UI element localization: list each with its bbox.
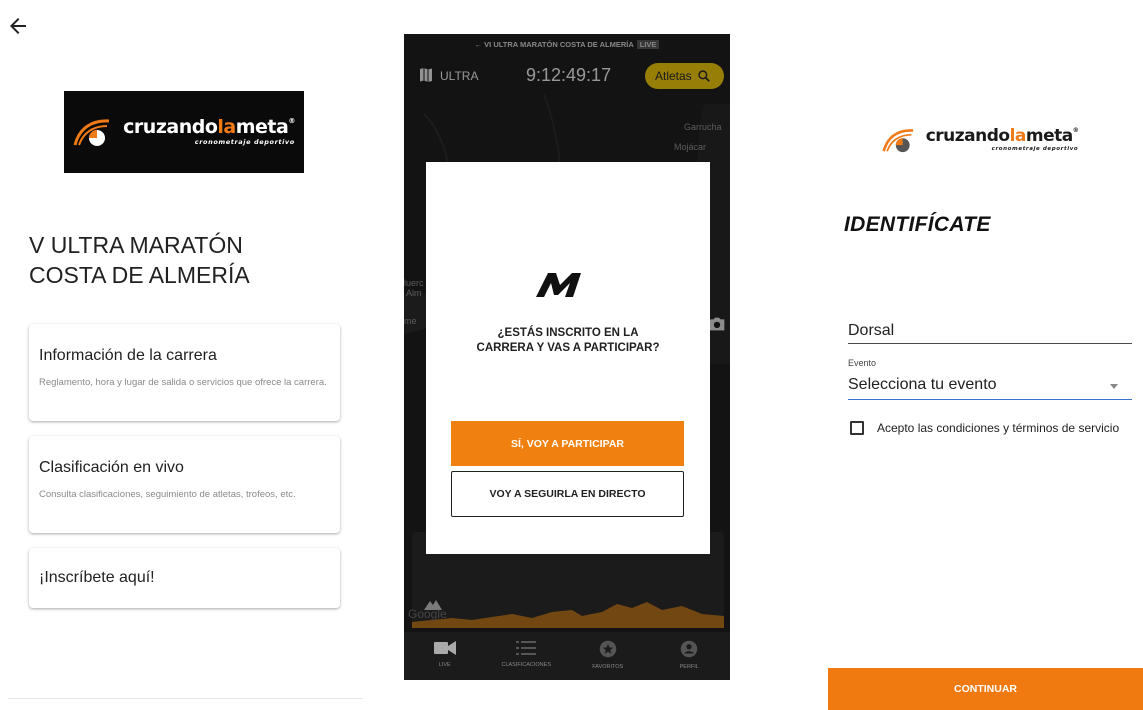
logo-word-3: meta bbox=[1025, 126, 1073, 146]
logo-tagline: cronometraje deportivo bbox=[194, 138, 295, 146]
race-info-card[interactable]: Información de la carrera Reglamento, ho… bbox=[29, 324, 340, 421]
logo-word-2: la bbox=[1009, 126, 1027, 146]
participation-dialog: ¿ESTÁS INSCRITO EN LA CARRERA Y VAS A PA… bbox=[426, 162, 710, 554]
list-icon bbox=[516, 641, 537, 655]
m-brand-icon bbox=[536, 273, 581, 297]
stopwatch-swoosh-icon bbox=[73, 119, 110, 146]
question-line-1: ¿ESTÁS INSCRITO EN LA bbox=[497, 327, 639, 339]
register-card[interactable]: ¡Inscríbete aquí! bbox=[29, 548, 340, 608]
continue-button[interactable]: CONTINUAR bbox=[828, 668, 1143, 710]
page-title: IDENTIFÍCATE bbox=[844, 213, 991, 236]
participation-question: ¿ESTÁS INSCRITO EN LA CARRERA Y VAS A PA… bbox=[426, 326, 710, 356]
tab-live[interactable]: LIVE bbox=[404, 632, 486, 680]
tab-profile[interactable]: PERFIL bbox=[649, 632, 731, 680]
account-icon bbox=[681, 640, 698, 658]
logo-word-3: meta bbox=[235, 116, 289, 138]
identify-screen: cruzandolameta® cronometraje deportivo I… bbox=[800, 0, 1143, 710]
star-icon bbox=[599, 640, 616, 658]
card-description: Reglamento, hora y lugar de salida o ser… bbox=[39, 377, 327, 388]
event-select-value: Selecciona tu evento bbox=[848, 376, 997, 393]
card-title: ¡Inscríbete aquí! bbox=[39, 569, 155, 586]
bottom-tab-bar: LIVE CLASIFICACIONES FAVORITOS PERFIL bbox=[404, 632, 730, 680]
logo-tagline: cronometraje deportivo bbox=[991, 146, 1079, 152]
question-line-2: CARRERA Y VAS A PARTICIPAR? bbox=[476, 342, 660, 354]
stopwatch-swoosh-icon bbox=[882, 129, 913, 153]
race-title-line-2: COSTA DE ALMERÍA bbox=[29, 262, 250, 288]
event-select[interactable]: Selecciona tu evento bbox=[848, 373, 1132, 400]
tab-label: PERFIL bbox=[679, 664, 699, 670]
live-tracking-screen: ← VI ULTRA MARATÓN COSTA DE ALMERÍA LIVE … bbox=[404, 34, 730, 680]
live-classification-card[interactable]: Clasificación en vivo Consulta clasifica… bbox=[29, 436, 340, 533]
back-arrow-icon[interactable] bbox=[6, 14, 30, 38]
tab-classifications[interactable]: CLASIFICACIONES bbox=[486, 632, 568, 680]
tab-favorites[interactable]: FAVORITOS bbox=[567, 632, 649, 680]
video-camera-icon bbox=[433, 641, 456, 655]
race-title: V ULTRA MARATÓN COSTA DE ALMERÍA bbox=[29, 230, 349, 290]
race-home-screen: cruzandolameta® cronometraje deportivo V… bbox=[0, 0, 370, 710]
tab-label: LIVE bbox=[438, 662, 451, 668]
terms-label: Acepto las condiciones y términos de ser… bbox=[877, 421, 1120, 435]
dropdown-caret-icon bbox=[1110, 384, 1118, 389]
logo-word-2: la bbox=[217, 116, 236, 138]
card-title: Clasificación en vivo bbox=[39, 459, 184, 476]
brand-logo: cruzandolameta® cronometraje deportivo bbox=[64, 91, 304, 173]
follow-live-button[interactable]: VOY A SEGUIRLA EN DIRECTO bbox=[451, 471, 684, 517]
logo-word-1: cruzando bbox=[925, 126, 1010, 146]
tab-label: CLASIFICACIONES bbox=[501, 662, 551, 668]
terms-checkbox[interactable] bbox=[850, 421, 864, 435]
race-title-line-1: V ULTRA MARATÓN bbox=[29, 232, 243, 258]
logo-word-1: cruzando bbox=[123, 116, 218, 138]
brand-logo: cruzandolameta® cronometraje deportivo bbox=[870, 120, 1090, 160]
yes-participate-button[interactable]: SÍ, VOY A PARTICIPAR bbox=[451, 421, 684, 466]
registered-mark: ® bbox=[1072, 127, 1079, 134]
card-title: Información de la carrera bbox=[39, 347, 217, 364]
card-description: Consulta clasificaciones, seguimiento de… bbox=[39, 489, 296, 500]
bottom-divider bbox=[8, 698, 363, 699]
terms-checkbox-row[interactable]: Acepto las condiciones y términos de ser… bbox=[850, 421, 1119, 435]
tab-label: FAVORITOS bbox=[592, 664, 624, 670]
registered-mark: ® bbox=[288, 117, 295, 125]
dorsal-input[interactable] bbox=[848, 318, 1132, 344]
event-label: Evento bbox=[848, 358, 877, 368]
